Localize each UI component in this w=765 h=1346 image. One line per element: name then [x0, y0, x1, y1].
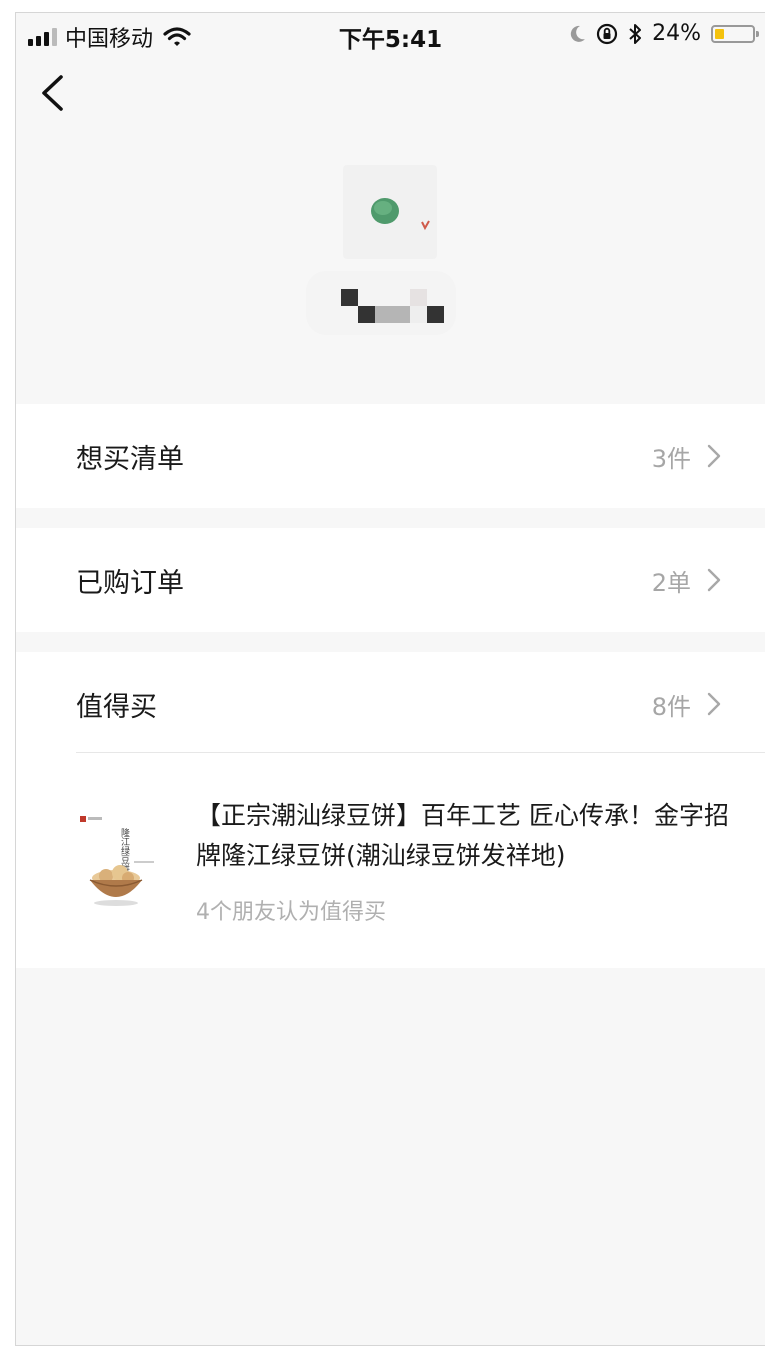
orders-count: 2单 — [651, 568, 691, 597]
nickname-mosaic — [306, 271, 456, 335]
worth-count: 8件 — [651, 692, 691, 721]
wishlist-row[interactable]: 想买清单 3件 — [16, 404, 765, 508]
wishlist-count: 3件 — [651, 444, 691, 473]
battery-icon — [711, 24, 759, 43]
avatar[interactable] — [343, 165, 437, 259]
worth-row[interactable]: 值得买 8件 — [16, 652, 765, 756]
rotation-lock-icon — [596, 23, 618, 44]
orders-row[interactable]: 已购订单 2单 — [16, 528, 765, 632]
section-orders: 已购订单 2单 — [16, 528, 765, 632]
section-wishlist: 想买清单 3件 — [16, 404, 765, 508]
status-right: 24% — [568, 21, 759, 46]
battery-percent: 24% — [652, 21, 701, 46]
product-item[interactable]: 隆江绿豆饼 【正宗潮汕绿豆饼】百年工艺 匠心传承！金字招牌隆江绿豆饼(潮汕绿豆饼… — [16, 756, 765, 968]
divider — [76, 752, 765, 753]
status-bar: 中国移动 下午5:41 24% — [16, 13, 765, 55]
phone-screen: 中国移动 下午5:41 24% 想买清单 3件 已购订单 2单 值得买 8件 隆… — [15, 12, 765, 1346]
product-recommend-count: 4个朋友认为值得买 — [196, 900, 386, 925]
bluetooth-icon — [629, 23, 642, 44]
wishlist-label: 想买清单 — [76, 443, 184, 475]
back-button[interactable] — [32, 69, 72, 117]
worth-label: 值得买 — [76, 691, 157, 723]
chevron-right-icon — [707, 444, 721, 468]
section-worth-buying: 值得买 8件 隆江绿豆饼 【正宗潮汕绿豆饼】百年工艺 匠心传承！金字招牌隆江绿豆… — [16, 652, 765, 968]
chevron-right-icon — [707, 568, 721, 592]
moon-icon — [570, 25, 586, 42]
product-thumbnail: 隆江绿豆饼 — [76, 806, 166, 916]
avatar-image — [371, 198, 430, 231]
orders-label: 已购订单 — [76, 567, 184, 599]
chevron-left-icon — [42, 75, 63, 111]
chevron-right-icon — [707, 692, 721, 716]
product-title: 【正宗潮汕绿豆饼】百年工艺 匠心传承！金字招牌隆江绿豆饼(潮汕绿豆饼发祥地) — [196, 801, 729, 870]
